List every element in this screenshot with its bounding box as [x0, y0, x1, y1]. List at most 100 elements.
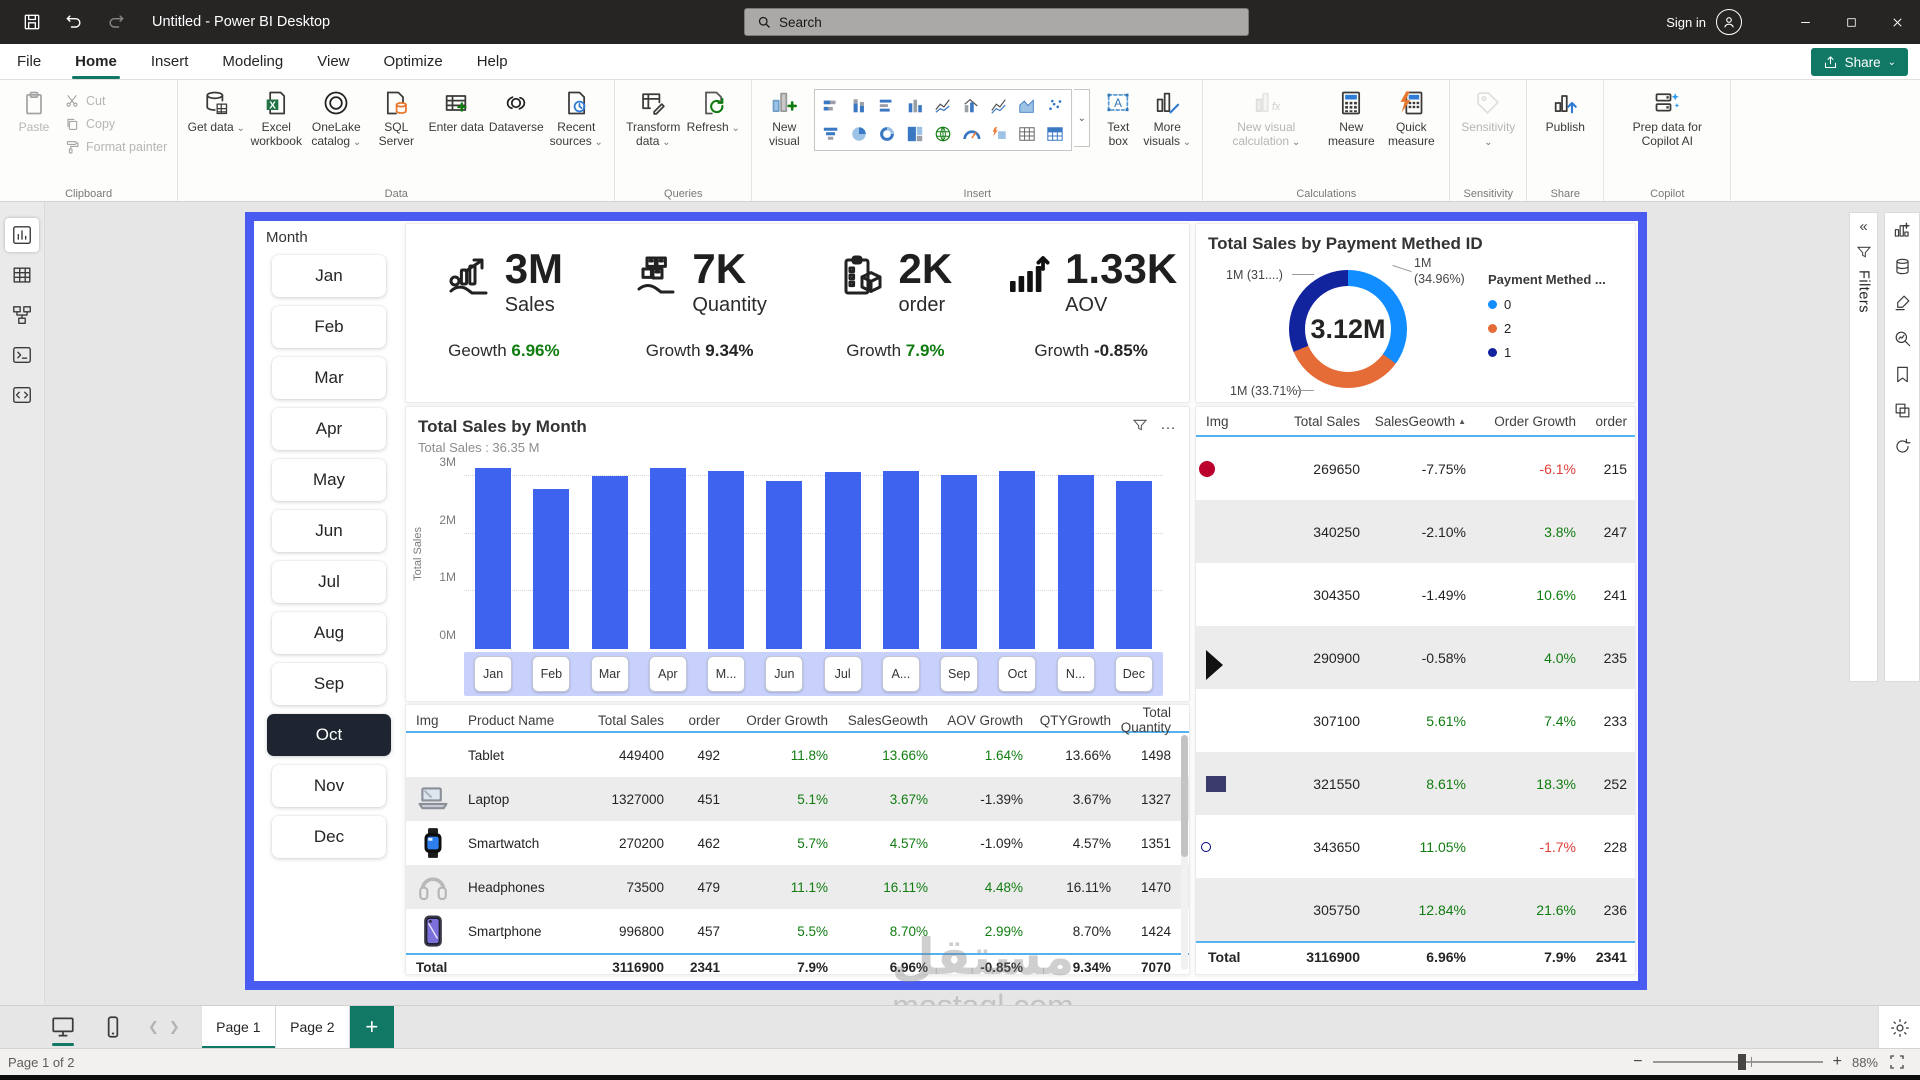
- add-page-button[interactable]: +: [350, 1006, 394, 1049]
- ribbon-recent-sources-button[interactable]: Recent sources ⌄: [546, 85, 606, 151]
- x-tick-sep[interactable]: Sep: [940, 656, 978, 692]
- slicer-item-may[interactable]: May: [272, 459, 386, 501]
- map-icon[interactable]: [930, 121, 956, 147]
- total-sales-by-month-chart[interactable]: Total Sales by Month Total Sales : 36.35…: [405, 406, 1190, 702]
- ribbon-refresh-button[interactable]: Refresh ⌄: [683, 85, 743, 137]
- bar-jan[interactable]: [475, 468, 511, 649]
- zoom-out-button[interactable]: −: [1633, 1054, 1642, 1070]
- column-header[interactable]: order: [672, 713, 728, 728]
- column-header[interactable]: SalesGeowth: [836, 713, 936, 728]
- data-view-button[interactable]: [5, 258, 39, 292]
- ribbon-cut-button[interactable]: Cut: [64, 93, 167, 109]
- legend-item-0[interactable]: 0: [1488, 297, 1606, 312]
- tmdl-view-button[interactable]: [5, 378, 39, 412]
- save-icon[interactable]: [22, 12, 42, 32]
- gauge-icon[interactable]: [958, 121, 984, 147]
- slicer-item-mar[interactable]: Mar: [272, 357, 386, 399]
- gallery-expand-icon[interactable]: ⌄: [1074, 89, 1090, 147]
- clustered-column-chart-icon[interactable]: [902, 93, 928, 119]
- filter-icon[interactable]: [1132, 417, 1148, 433]
- menu-optimize[interactable]: Optimize: [367, 44, 460, 79]
- matrix-visual-icon[interactable]: [1042, 121, 1068, 147]
- page-tab-page-1[interactable]: Page 1: [202, 1006, 276, 1049]
- ribbon-quick-measure-button[interactable]: Quick measure: [1381, 85, 1441, 151]
- model-view-button[interactable]: [5, 298, 39, 332]
- share-button[interactable]: Share ⌄: [1811, 48, 1908, 76]
- dax-query-view-button[interactable]: [5, 338, 39, 372]
- prev-page-icon[interactable]: ❮: [148, 1019, 159, 1035]
- country-row-india[interactable]: 343650 11.05% -1.7% 228: [1196, 815, 1635, 878]
- zoom-in-button[interactable]: +: [1833, 1054, 1842, 1070]
- bar-nov[interactable]: [1058, 475, 1094, 650]
- country-row-none[interactable]: 304350 -1.49% 10.6% 241: [1196, 563, 1635, 626]
- redo-icon[interactable]: [106, 12, 126, 32]
- menu-file[interactable]: File: [0, 44, 58, 79]
- treemap-icon[interactable]: [902, 121, 928, 147]
- column-header[interactable]: QTYGrowth: [1031, 713, 1119, 728]
- table-visual-icon[interactable]: [1014, 121, 1040, 147]
- x-tick-jun[interactable]: Jun: [765, 656, 803, 692]
- payment-method-donut-chart[interactable]: Total Sales by Payment Methed ID 3.12M 1…: [1195, 223, 1636, 403]
- column-header[interactable]: Total Quantity: [1119, 705, 1179, 735]
- zoom-slider-handle[interactable]: [1738, 1054, 1746, 1070]
- fit-to-page-icon[interactable]: [1888, 1053, 1906, 1071]
- bar-aug[interactable]: [883, 471, 919, 650]
- ribbon-enter-data-button[interactable]: Enter data: [426, 85, 486, 137]
- ribbon-get-data-button[interactable]: Get data ⌄: [186, 85, 246, 137]
- ribbon-new-visual-button[interactable]: New visual: [760, 85, 808, 151]
- maximize-button[interactable]: [1828, 0, 1874, 44]
- ribbon-more-visuals-button[interactable]: More visuals ⌄: [1140, 85, 1194, 151]
- column-header[interactable]: Total Sales: [576, 713, 672, 728]
- x-tick-apr[interactable]: Apr: [649, 656, 687, 692]
- country-row-france[interactable]: 307100 5.61% 7.4% 233: [1196, 689, 1635, 752]
- ribbon-excel-workbook-button[interactable]: XExcel workbook: [246, 85, 306, 151]
- expand-pane-icon[interactable]: «: [1859, 219, 1867, 234]
- menu-modeling[interactable]: Modeling: [205, 44, 300, 79]
- kpi-quantity[interactable]: 7K Quantity Growth 9.34%: [602, 248, 798, 402]
- ribbon-dataverse-button[interactable]: Dataverse: [486, 85, 546, 137]
- mobile-layout-icon[interactable]: [100, 1014, 126, 1040]
- menu-insert[interactable]: Insert: [134, 44, 206, 79]
- bar-feb[interactable]: [533, 489, 569, 649]
- more-options-icon[interactable]: …: [1160, 420, 1177, 430]
- kpi-order[interactable]: 2K order Growth 7.9%: [798, 248, 994, 402]
- minimize-button[interactable]: [1782, 0, 1828, 44]
- ribbon-sql-server-button[interactable]: SQL Server: [366, 85, 426, 151]
- product-row-headphones[interactable]: Headphones73500479 11.1% 16.11% 4.48% 16…: [406, 865, 1189, 909]
- slicer-item-aug[interactable]: Aug: [272, 612, 386, 654]
- analytics-icon[interactable]: [1893, 329, 1912, 348]
- bar-jun[interactable]: [766, 481, 802, 649]
- bar-jul[interactable]: [825, 472, 861, 649]
- stacked-column-chart-icon[interactable]: [846, 93, 872, 119]
- undo-icon[interactable]: [64, 12, 84, 32]
- x-tick-feb[interactable]: Feb: [532, 656, 570, 692]
- x-tick-may[interactable]: M...: [707, 656, 745, 692]
- column-header[interactable]: Total Sales: [1268, 414, 1368, 429]
- column-header[interactable]: Product Name: [458, 713, 576, 728]
- filters-pane-label[interactable]: Filters: [1856, 270, 1872, 313]
- kpi-visual-icon[interactable]: [986, 121, 1012, 147]
- ribbon-transform-data-button[interactable]: Transform data ⌄: [623, 85, 683, 151]
- scatter-chart-icon[interactable]: [1042, 93, 1068, 119]
- selection-icon[interactable]: [1893, 401, 1912, 420]
- column-header[interactable]: Img: [406, 713, 458, 728]
- clustered-bar-chart-icon[interactable]: [874, 93, 900, 119]
- slicer-item-jun[interactable]: Jun: [272, 510, 386, 552]
- x-tick-mar[interactable]: Mar: [591, 656, 629, 692]
- x-tick-jan[interactable]: Jan: [474, 656, 512, 692]
- product-table[interactable]: ImgProduct NameTotal SalesorderOrder Gro…: [405, 704, 1190, 975]
- ribbon-format-painter-button[interactable]: Format painter: [64, 139, 167, 155]
- report-canvas[interactable]: Month JanFebMarAprMayJunJulAugSepOctNovD…: [245, 212, 1647, 990]
- combo-chart-icon[interactable]: [958, 93, 984, 119]
- product-row-smartwatch[interactable]: Smartwatch270200462 5.7% 4.57% -1.09% 4.…: [406, 821, 1189, 865]
- bar-may[interactable]: [708, 471, 744, 650]
- sign-in-button[interactable]: Sign in: [1666, 15, 1706, 30]
- sync-slicers-icon[interactable]: [1893, 437, 1912, 456]
- country-row-japan[interactable]: 269650 -7.75% -6.1% 215: [1196, 437, 1635, 500]
- column-header[interactable]: Img: [1196, 414, 1268, 429]
- desktop-layout-icon[interactable]: [50, 1014, 76, 1040]
- report-view-button[interactable]: [5, 218, 39, 252]
- bar-sep[interactable]: [941, 475, 977, 649]
- column-header[interactable]: order: [1584, 414, 1635, 429]
- data-fields-icon[interactable]: [1893, 257, 1912, 276]
